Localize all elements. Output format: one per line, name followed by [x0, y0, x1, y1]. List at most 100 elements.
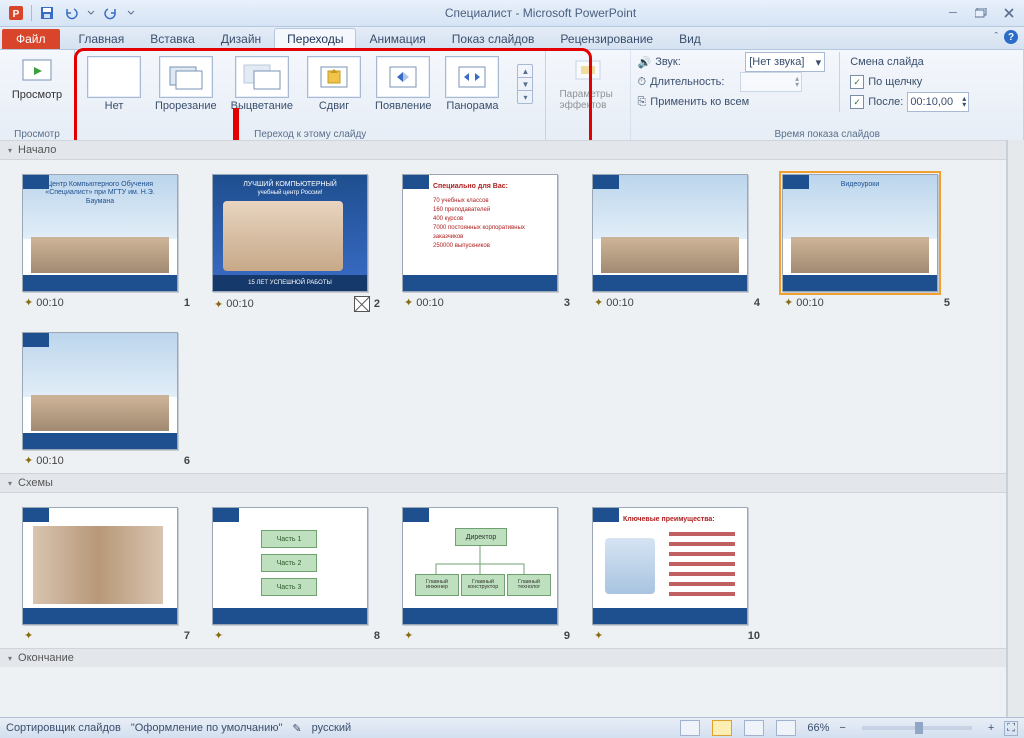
transition-none[interactable]: Нет: [87, 56, 141, 112]
undo-dropdown-icon[interactable]: [85, 3, 97, 23]
zoom-in-button[interactable]: +: [988, 722, 994, 734]
tab-view[interactable]: Вид: [666, 28, 714, 49]
apply-all-button[interactable]: Применить ко всем: [650, 96, 749, 108]
view-reading-button[interactable]: [744, 720, 764, 736]
transition-star-icon: ✦: [24, 296, 33, 309]
section-header-schemes[interactable]: ▾Схемы: [0, 473, 1006, 493]
slide-number: 7: [184, 630, 190, 642]
ribbon-tab-strip: Файл Главная Вставка Дизайн Переходы Ани…: [0, 27, 1024, 50]
transition-cut[interactable]: Прорезание: [155, 56, 217, 112]
hidden-slide-icon: [354, 296, 370, 312]
preview-button[interactable]: Просмотр: [6, 52, 68, 104]
view-sorter-button[interactable]: [712, 720, 732, 736]
slide-8[interactable]: Часть 1Часть 2Часть 3 ✦ 8: [212, 507, 382, 642]
slide-9[interactable]: ДиректорГлавный инженерГлавный конструкт…: [402, 507, 572, 642]
slide-5[interactable]: Видеоуроки✦00:105: [782, 174, 952, 312]
transition-push[interactable]: Сдвиг: [307, 56, 361, 112]
advance-title: Смена слайда: [850, 56, 924, 68]
duration-spinner[interactable]: ▴▾: [740, 72, 802, 92]
tab-transitions[interactable]: Переходы: [274, 28, 356, 49]
slide-thumbnail[interactable]: [592, 174, 748, 292]
slide-7[interactable]: ✦7: [22, 507, 192, 642]
window-title: Специалист - Microsoft PowerPoint: [139, 6, 942, 20]
slide-number: 8: [374, 630, 380, 642]
close-icon[interactable]: [998, 6, 1020, 20]
ribbon: Просмотр Просмотр Нет Прорезание Выцвета…: [0, 50, 1024, 143]
sorter-pane[interactable]: ▾Начало Центр Компьютерного Обучения«Спе…: [0, 140, 1007, 718]
duration-label: Длительность:: [650, 76, 736, 88]
status-lang[interactable]: русский: [312, 722, 351, 734]
restore-icon[interactable]: [970, 6, 992, 20]
slide-2[interactable]: ЛУЧШИЙ КОМПЬЮТЕРНЫЙучебный центр России!…: [212, 174, 382, 312]
transition-gallery: Нет Прорезание Выцветание Сдвиг Появлени…: [81, 52, 539, 116]
effect-options-label: Параметры эффектов: [559, 89, 617, 111]
slide-time: 00:10: [796, 297, 824, 309]
minimize-ribbon-icon[interactable]: ˆ: [994, 31, 998, 43]
after-spinner[interactable]: 00:10,00▴▾: [907, 92, 969, 112]
tab-insert[interactable]: Вставка: [137, 28, 208, 49]
slide-time: 00:10: [416, 297, 444, 309]
redo-icon[interactable]: [101, 3, 121, 23]
zoom-out-button[interactable]: −: [839, 722, 845, 734]
slide-thumbnail[interactable]: Видеоуроки: [782, 174, 938, 292]
apply-all-icon: ⎘: [637, 96, 646, 109]
section-header-start[interactable]: ▾Начало: [0, 140, 1006, 160]
slide-number: 6: [184, 455, 190, 467]
transition-star-icon: ✦: [594, 629, 603, 642]
section-header-end[interactable]: ▾Окончание: [0, 648, 1006, 667]
qat-dropdown-icon[interactable]: [125, 3, 137, 23]
slide-number: 10: [748, 630, 760, 642]
spellcheck-icon[interactable]: ✎: [292, 722, 301, 735]
fit-window-button[interactable]: ⛶: [1004, 721, 1018, 736]
transition-star-icon: ✦: [24, 454, 33, 467]
slide-thumbnail[interactable]: Центр Компьютерного Обучения«Специалист»…: [22, 174, 178, 292]
slide-thumbnail[interactable]: Специально для Вас:70 учебных классов160…: [402, 174, 558, 292]
vertical-scrollbar[interactable]: [1007, 140, 1024, 718]
tab-animation[interactable]: Анимация: [356, 28, 438, 49]
transition-wipe[interactable]: Появление: [375, 56, 431, 112]
save-icon[interactable]: [37, 3, 57, 23]
slide-thumbnail[interactable]: ДиректорГлавный инженерГлавный конструкт…: [402, 507, 558, 625]
slide-4[interactable]: ✦00:104: [592, 174, 762, 312]
minimize-icon[interactable]: ─: [942, 6, 964, 20]
zoom-slider[interactable]: [862, 726, 972, 730]
gallery-more-button[interactable]: ▲▼▾: [517, 64, 533, 104]
slide-10[interactable]: Ключевые преимущества: ✦ 10: [592, 507, 762, 642]
transition-split[interactable]: Панорама: [445, 56, 499, 112]
slide-thumbnail[interactable]: [22, 332, 178, 450]
slide-1[interactable]: Центр Компьютерного Обучения«Специалист»…: [22, 174, 192, 312]
slide-6[interactable]: ✦00:10 6: [22, 332, 192, 467]
transition-star-icon: ✦: [404, 296, 413, 309]
transition-star-icon: ✦: [214, 629, 223, 642]
slide-time: 00:10: [36, 297, 64, 309]
slide-thumbnail[interactable]: [22, 507, 178, 625]
after-checkbox[interactable]: ✓: [850, 95, 864, 109]
slide-thumbnail[interactable]: ЛУЧШИЙ КОМПЬЮТЕРНЫЙучебный центр России!…: [212, 174, 368, 292]
duration-icon: ⏱: [637, 76, 646, 89]
tab-slideshow[interactable]: Показ слайдов: [439, 28, 548, 49]
view-slideshow-button[interactable]: [776, 720, 796, 736]
tab-design[interactable]: Дизайн: [208, 28, 274, 49]
slide-time: 00:10: [36, 455, 64, 467]
view-normal-button[interactable]: [680, 720, 700, 736]
slide-number: 5: [944, 297, 950, 309]
after-label: После:: [868, 96, 903, 108]
help-icon[interactable]: ?: [1004, 30, 1018, 44]
status-bar: Сортировщик слайдов "Оформление по умолч…: [0, 717, 1024, 738]
on-click-checkbox[interactable]: ✓: [850, 75, 864, 89]
sound-combo[interactable]: [Нет звука]▾: [745, 52, 825, 72]
tab-file[interactable]: Файл: [2, 29, 60, 49]
slide-number: 1: [184, 297, 190, 309]
slide-thumbnail[interactable]: Часть 1Часть 2Часть 3: [212, 507, 368, 625]
slide-number: 4: [754, 297, 760, 309]
zoom-value: 66%: [807, 722, 829, 734]
app-icon: P: [6, 3, 26, 23]
transition-fade[interactable]: Выцветание: [231, 56, 293, 112]
slide-3[interactable]: Специально для Вас:70 учебных классов160…: [402, 174, 572, 312]
slide-number: 9: [564, 630, 570, 642]
sound-label: Звук:: [655, 56, 741, 68]
slide-thumbnail[interactable]: Ключевые преимущества:: [592, 507, 748, 625]
tab-home[interactable]: Главная: [66, 28, 138, 49]
tab-review[interactable]: Рецензирование: [547, 28, 666, 49]
undo-icon[interactable]: [61, 3, 81, 23]
